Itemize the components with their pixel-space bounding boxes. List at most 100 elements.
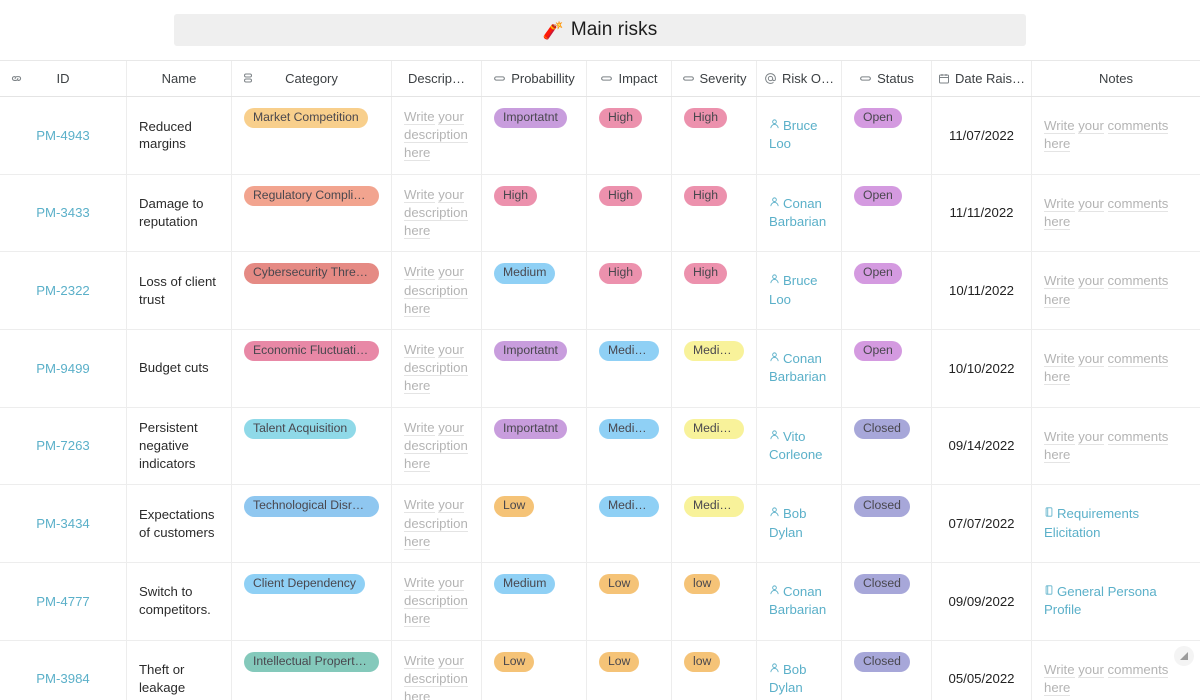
cell-cat[interactable]: Talent Acquisition: [232, 408, 392, 485]
cell-name[interactable]: Damage to reputation: [127, 175, 232, 252]
cell-id[interactable]: PM-4943: [0, 97, 127, 174]
cell-status[interactable]: Closed: [842, 563, 932, 640]
cell-desc[interactable]: Write your description here: [392, 330, 482, 407]
cell-owner[interactable]: Bruce Loo: [757, 252, 842, 329]
resize-handle[interactable]: [1174, 646, 1194, 666]
table-row[interactable]: PM-3984Theft or leakageIntellectual Prop…: [0, 641, 1200, 700]
cell-sev[interactable]: Medium: [672, 485, 757, 562]
column-header-sev[interactable]: Severity: [672, 61, 757, 96]
cell-prob[interactable]: Medium: [482, 563, 587, 640]
cell-prob[interactable]: Importatnt: [482, 408, 587, 485]
cell-prob[interactable]: High: [482, 175, 587, 252]
table-row[interactable]: PM-9499Budget cuts Economic Fluctuations W…: [0, 330, 1200, 408]
cell-notes[interactable]: Write your comments here: [1032, 175, 1200, 252]
cell-notes[interactable]: General Persona Profile: [1032, 563, 1200, 640]
cell-name[interactable]: Persistent negative indicators: [127, 408, 232, 485]
sev-badge[interactable]: Medium: [684, 341, 744, 361]
table-row[interactable]: PM-4943Reduced marginsMarket Competition…: [0, 97, 1200, 175]
risk-id-link[interactable]: PM-3433: [12, 205, 114, 220]
sev-badge[interactable]: High: [684, 186, 727, 206]
risk-owner[interactable]: Conan Barbarian: [769, 583, 829, 619]
cell-id[interactable]: PM-4777: [0, 563, 127, 640]
status-badge[interactable]: Open: [854, 341, 902, 361]
table-row[interactable]: PM-4777Switch to competitors.Client Depe…: [0, 563, 1200, 641]
prob-badge[interactable]: Importatnt: [494, 108, 567, 128]
cell-notes[interactable]: Requirements Elicitation: [1032, 485, 1200, 562]
note-link[interactable]: Requirements Elicitation: [1044, 505, 1188, 541]
cat-badge[interactable]: Technological Disrup…: [244, 496, 379, 516]
cat-badge[interactable]: Economic Fluctuations: [244, 341, 379, 361]
cell-cat[interactable]: Intellectual Property …: [232, 641, 392, 700]
imp-badge[interactable]: Medium: [599, 496, 659, 516]
cell-cat[interactable]: Market Competition: [232, 97, 392, 174]
cell-name[interactable]: Loss of client trust: [127, 252, 232, 329]
sev-badge[interactable]: Medium: [684, 496, 744, 516]
risk-owner[interactable]: Bob Dylan: [769, 661, 829, 697]
cell-sev[interactable]: Medium: [672, 330, 757, 407]
cell-date[interactable]: 11/07/2022: [932, 97, 1032, 174]
cell-desc[interactable]: Write your description here: [392, 175, 482, 252]
cell-date[interactable]: 09/14/2022: [932, 408, 1032, 485]
cell-desc[interactable]: Write your description here: [392, 485, 482, 562]
cell-status[interactable]: Open: [842, 252, 932, 329]
cell-owner[interactable]: Bob Dylan: [757, 485, 842, 562]
imp-badge[interactable]: High: [599, 263, 642, 283]
cell-name[interactable]: Switch to competitors.: [127, 563, 232, 640]
cell-notes[interactable]: Write your comments here: [1032, 97, 1200, 174]
cell-desc[interactable]: Write your description here: [392, 563, 482, 640]
sev-badge[interactable]: low: [684, 574, 720, 594]
column-header-status[interactable]: Status: [842, 61, 932, 96]
cell-date[interactable]: 10/10/2022: [932, 330, 1032, 407]
cell-imp[interactable]: Medium: [587, 408, 672, 485]
prob-badge[interactable]: Low: [494, 496, 534, 516]
imp-badge[interactable]: High: [599, 108, 642, 128]
status-badge[interactable]: Closed: [854, 419, 910, 439]
cell-cat[interactable]: Economic Fluctuations: [232, 330, 392, 407]
column-header-imp[interactable]: Impact: [587, 61, 672, 96]
risk-id-link[interactable]: PM-3984: [12, 671, 114, 686]
column-header-prob[interactable]: Probabillity: [482, 61, 587, 96]
imp-badge[interactable]: Medium: [599, 341, 659, 361]
cell-date[interactable]: 10/11/2022: [932, 252, 1032, 329]
prob-badge[interactable]: Medium: [494, 263, 555, 283]
cell-prob[interactable]: Medium: [482, 252, 587, 329]
risk-owner[interactable]: Conan Barbarian: [769, 350, 829, 386]
cell-imp[interactable]: High: [587, 175, 672, 252]
prob-badge[interactable]: High: [494, 186, 537, 206]
cell-id[interactable]: PM-2322: [0, 252, 127, 329]
cell-name[interactable]: Budget cuts: [127, 330, 232, 407]
cell-imp[interactable]: High: [587, 97, 672, 174]
cell-sev[interactable]: High: [672, 175, 757, 252]
risk-id-link[interactable]: PM-2322: [12, 283, 114, 298]
cell-sev[interactable]: High: [672, 252, 757, 329]
cell-id[interactable]: PM-9499: [0, 330, 127, 407]
sev-badge[interactable]: low: [684, 652, 720, 672]
column-header-owner[interactable]: Risk O…: [757, 61, 842, 96]
cell-owner[interactable]: Conan Barbarian: [757, 175, 842, 252]
cell-prob[interactable]: Low: [482, 485, 587, 562]
status-badge[interactable]: Open: [854, 263, 902, 283]
note-link[interactable]: General Persona Profile: [1044, 583, 1188, 619]
cell-cat[interactable]: Client Dependency: [232, 563, 392, 640]
cell-notes[interactable]: Write your comments here: [1032, 408, 1200, 485]
column-header-date[interactable]: Date Rais…: [932, 61, 1032, 96]
cell-owner[interactable]: Bob Dylan: [757, 641, 842, 700]
cell-prob[interactable]: Importatnt: [482, 330, 587, 407]
risk-id-link[interactable]: PM-3434: [12, 516, 114, 531]
cell-desc[interactable]: Write your description here: [392, 97, 482, 174]
cell-prob[interactable]: Low: [482, 641, 587, 700]
table-row[interactable]: PM-2322Loss of client trustCybersecurity…: [0, 252, 1200, 330]
status-badge[interactable]: Open: [854, 108, 902, 128]
table-row[interactable]: PM-3434Expectations of customersTechnolo…: [0, 485, 1200, 563]
cat-badge[interactable]: Market Competition: [244, 108, 368, 128]
cell-cat[interactable]: Technological Disrup…: [232, 485, 392, 562]
imp-badge[interactable]: Low: [599, 652, 639, 672]
cell-sev[interactable]: High: [672, 97, 757, 174]
cell-cat[interactable]: Regulatory Complian…: [232, 175, 392, 252]
cell-id[interactable]: PM-3433: [0, 175, 127, 252]
table-row[interactable]: PM-7263Persistent negative indicators Tal…: [0, 408, 1200, 486]
risk-owner[interactable]: Conan Barbarian: [769, 195, 829, 231]
cell-sev[interactable]: Medium: [672, 408, 757, 485]
cell-id[interactable]: PM-7263: [0, 408, 127, 485]
cat-badge[interactable]: Talent Acquisition: [244, 419, 356, 439]
